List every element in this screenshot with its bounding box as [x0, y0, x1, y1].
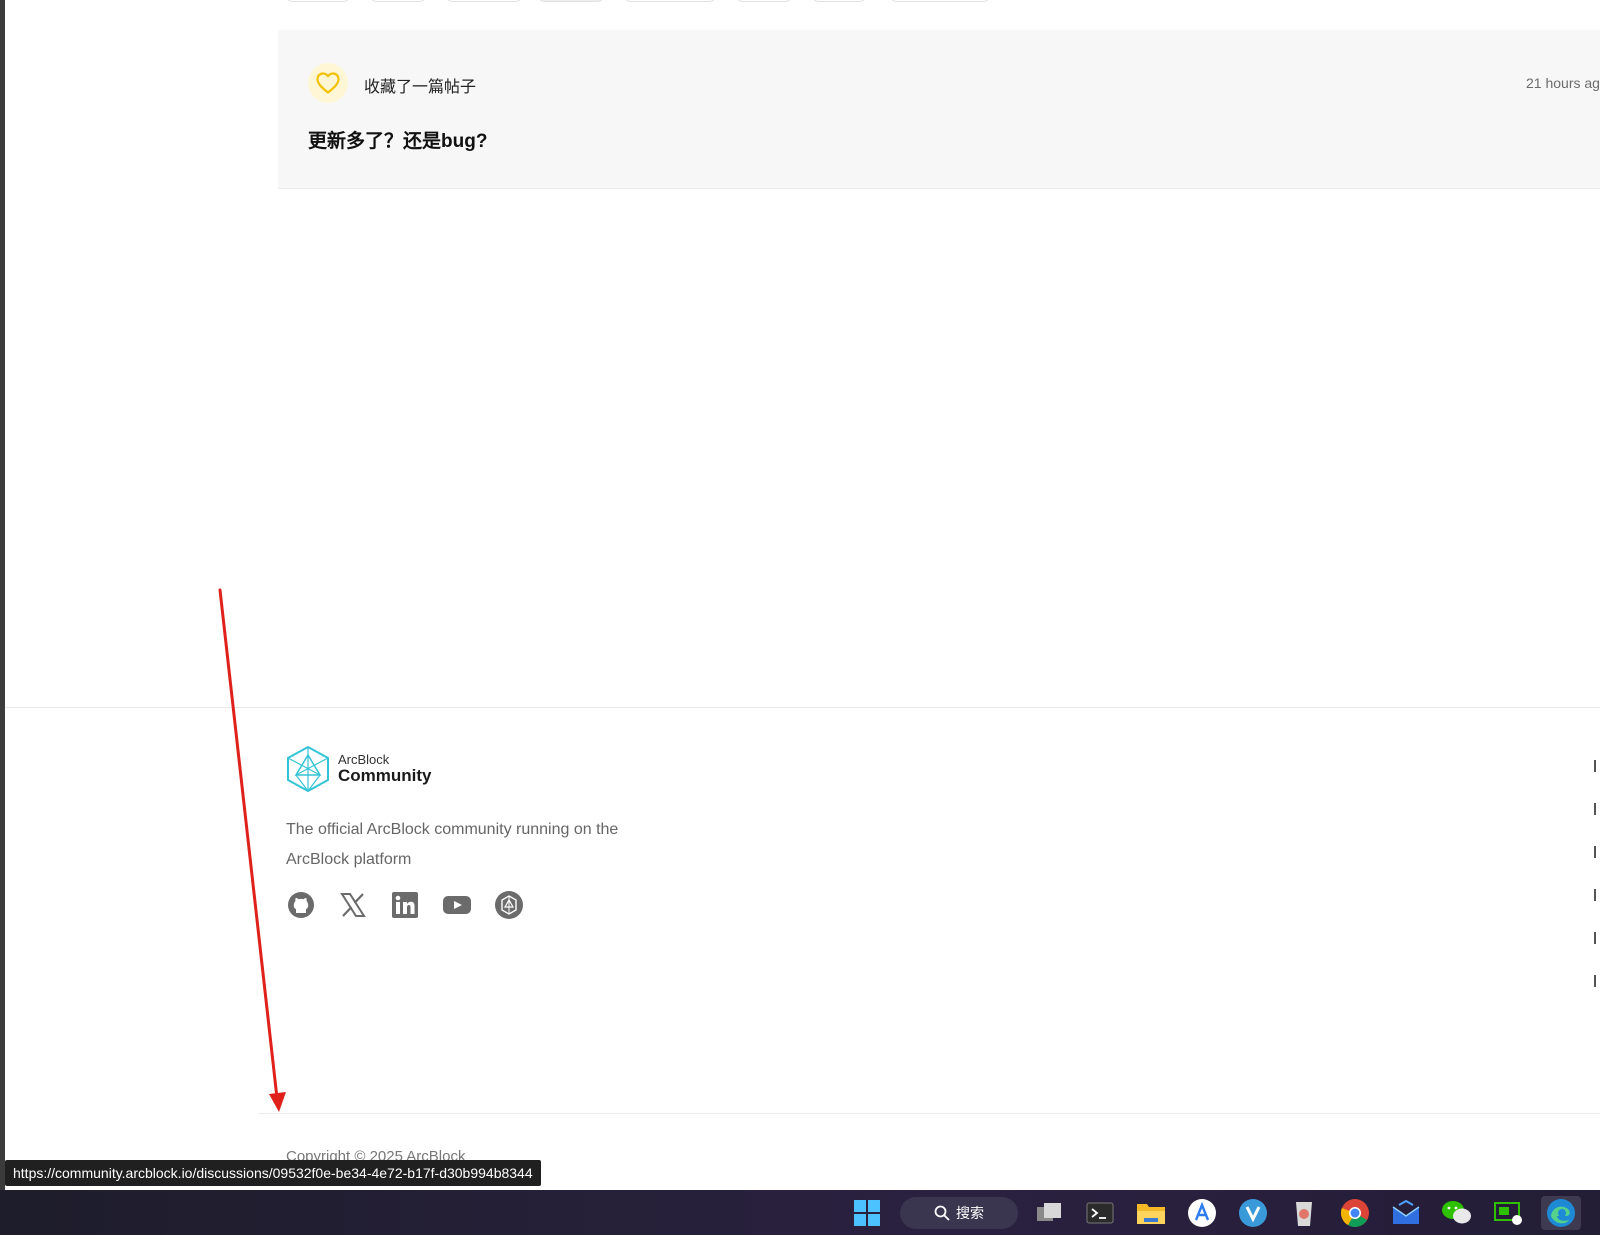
remote-desktop-button[interactable] — [1491, 1196, 1525, 1230]
filter-chip[interactable] — [623, 0, 717, 2]
link-status-url: https://community.arcblock.io/discussion… — [5, 1160, 541, 1186]
edge-icon — [1547, 1199, 1575, 1227]
app-button[interactable] — [1287, 1196, 1321, 1230]
heart-icon — [316, 72, 340, 94]
terminal-icon — [1086, 1202, 1114, 1224]
arcblock-link[interactable] — [494, 890, 524, 920]
terminal-button[interactable] — [1083, 1196, 1117, 1230]
filter-chip[interactable] — [735, 0, 793, 2]
windows-start-icon — [854, 1200, 880, 1226]
start-button[interactable] — [850, 1196, 884, 1230]
activity-card[interactable]: 收藏了一篇帖子 21 hours ag 更新多了？还是bug? — [278, 30, 1600, 189]
youtube-icon — [443, 896, 471, 914]
filter-chip[interactable] — [369, 0, 427, 2]
file-explorer-icon — [1137, 1204, 1165, 1224]
footer-bottom-divider — [258, 1113, 1600, 1114]
footer-divider — [5, 707, 1600, 708]
mail-button[interactable] — [1389, 1196, 1423, 1230]
activity-action-text: 收藏了一篇帖子 — [364, 79, 477, 96]
x-icon — [340, 893, 366, 917]
footer-logo[interactable]: ArcBlock Community — [286, 745, 432, 793]
vivaldi-button[interactable] — [1236, 1196, 1270, 1230]
remote-desktop-icon — [1494, 1202, 1522, 1225]
filter-chip[interactable] — [537, 0, 605, 2]
vivaldi-icon — [1239, 1199, 1267, 1227]
app-store-icon — [1188, 1199, 1216, 1227]
social-links — [286, 890, 524, 920]
x-link[interactable] — [338, 890, 368, 920]
footer-description: The official ArcBlock community running … — [286, 821, 619, 868]
file-explorer-button[interactable] — [1134, 1196, 1168, 1230]
taskbar-search-label: 搜索 — [956, 1205, 984, 1221]
wechat-button[interactable] — [1440, 1196, 1474, 1230]
chrome-button[interactable] — [1338, 1196, 1372, 1230]
mail-icon — [1392, 1199, 1420, 1224]
search-icon — [934, 1205, 950, 1221]
linkedin-link[interactable] — [390, 890, 420, 920]
filter-chip[interactable] — [445, 0, 523, 2]
github-link[interactable] — [286, 890, 316, 920]
task-view-button[interactable] — [1032, 1196, 1066, 1230]
post-title-link[interactable]: 更新多了？还是bug? — [308, 126, 487, 153]
wechat-icon — [1442, 1201, 1471, 1224]
logo-brand: ArcBlock — [338, 752, 390, 768]
filter-chip[interactable] — [811, 0, 867, 2]
logo-product: Community — [338, 765, 432, 785]
task-view-icon — [1037, 1203, 1061, 1221]
window-left-edge — [0, 0, 5, 1190]
favorite-badge — [308, 63, 348, 103]
chrome-icon — [1340, 1199, 1369, 1227]
footer-right-column-clipped — [1594, 760, 1600, 1018]
filter-chip[interactable] — [889, 0, 991, 2]
github-icon — [288, 892, 314, 918]
app-store-button[interactable] — [1185, 1196, 1219, 1230]
app-icon — [1296, 1202, 1312, 1226]
youtube-link[interactable] — [442, 890, 472, 920]
windows-taskbar: 搜索 — [0, 1190, 1600, 1235]
taskbar-search[interactable]: 搜索 — [900, 1197, 1018, 1229]
linkedin-icon — [392, 892, 418, 918]
arcblock-icon — [495, 891, 523, 919]
edge-button[interactable] — [1541, 1196, 1581, 1230]
arcblock-logo-icon — [287, 745, 329, 793]
activity-timestamp: 21 hours ag — [1526, 75, 1600, 91]
filter-chip[interactable] — [285, 0, 351, 2]
